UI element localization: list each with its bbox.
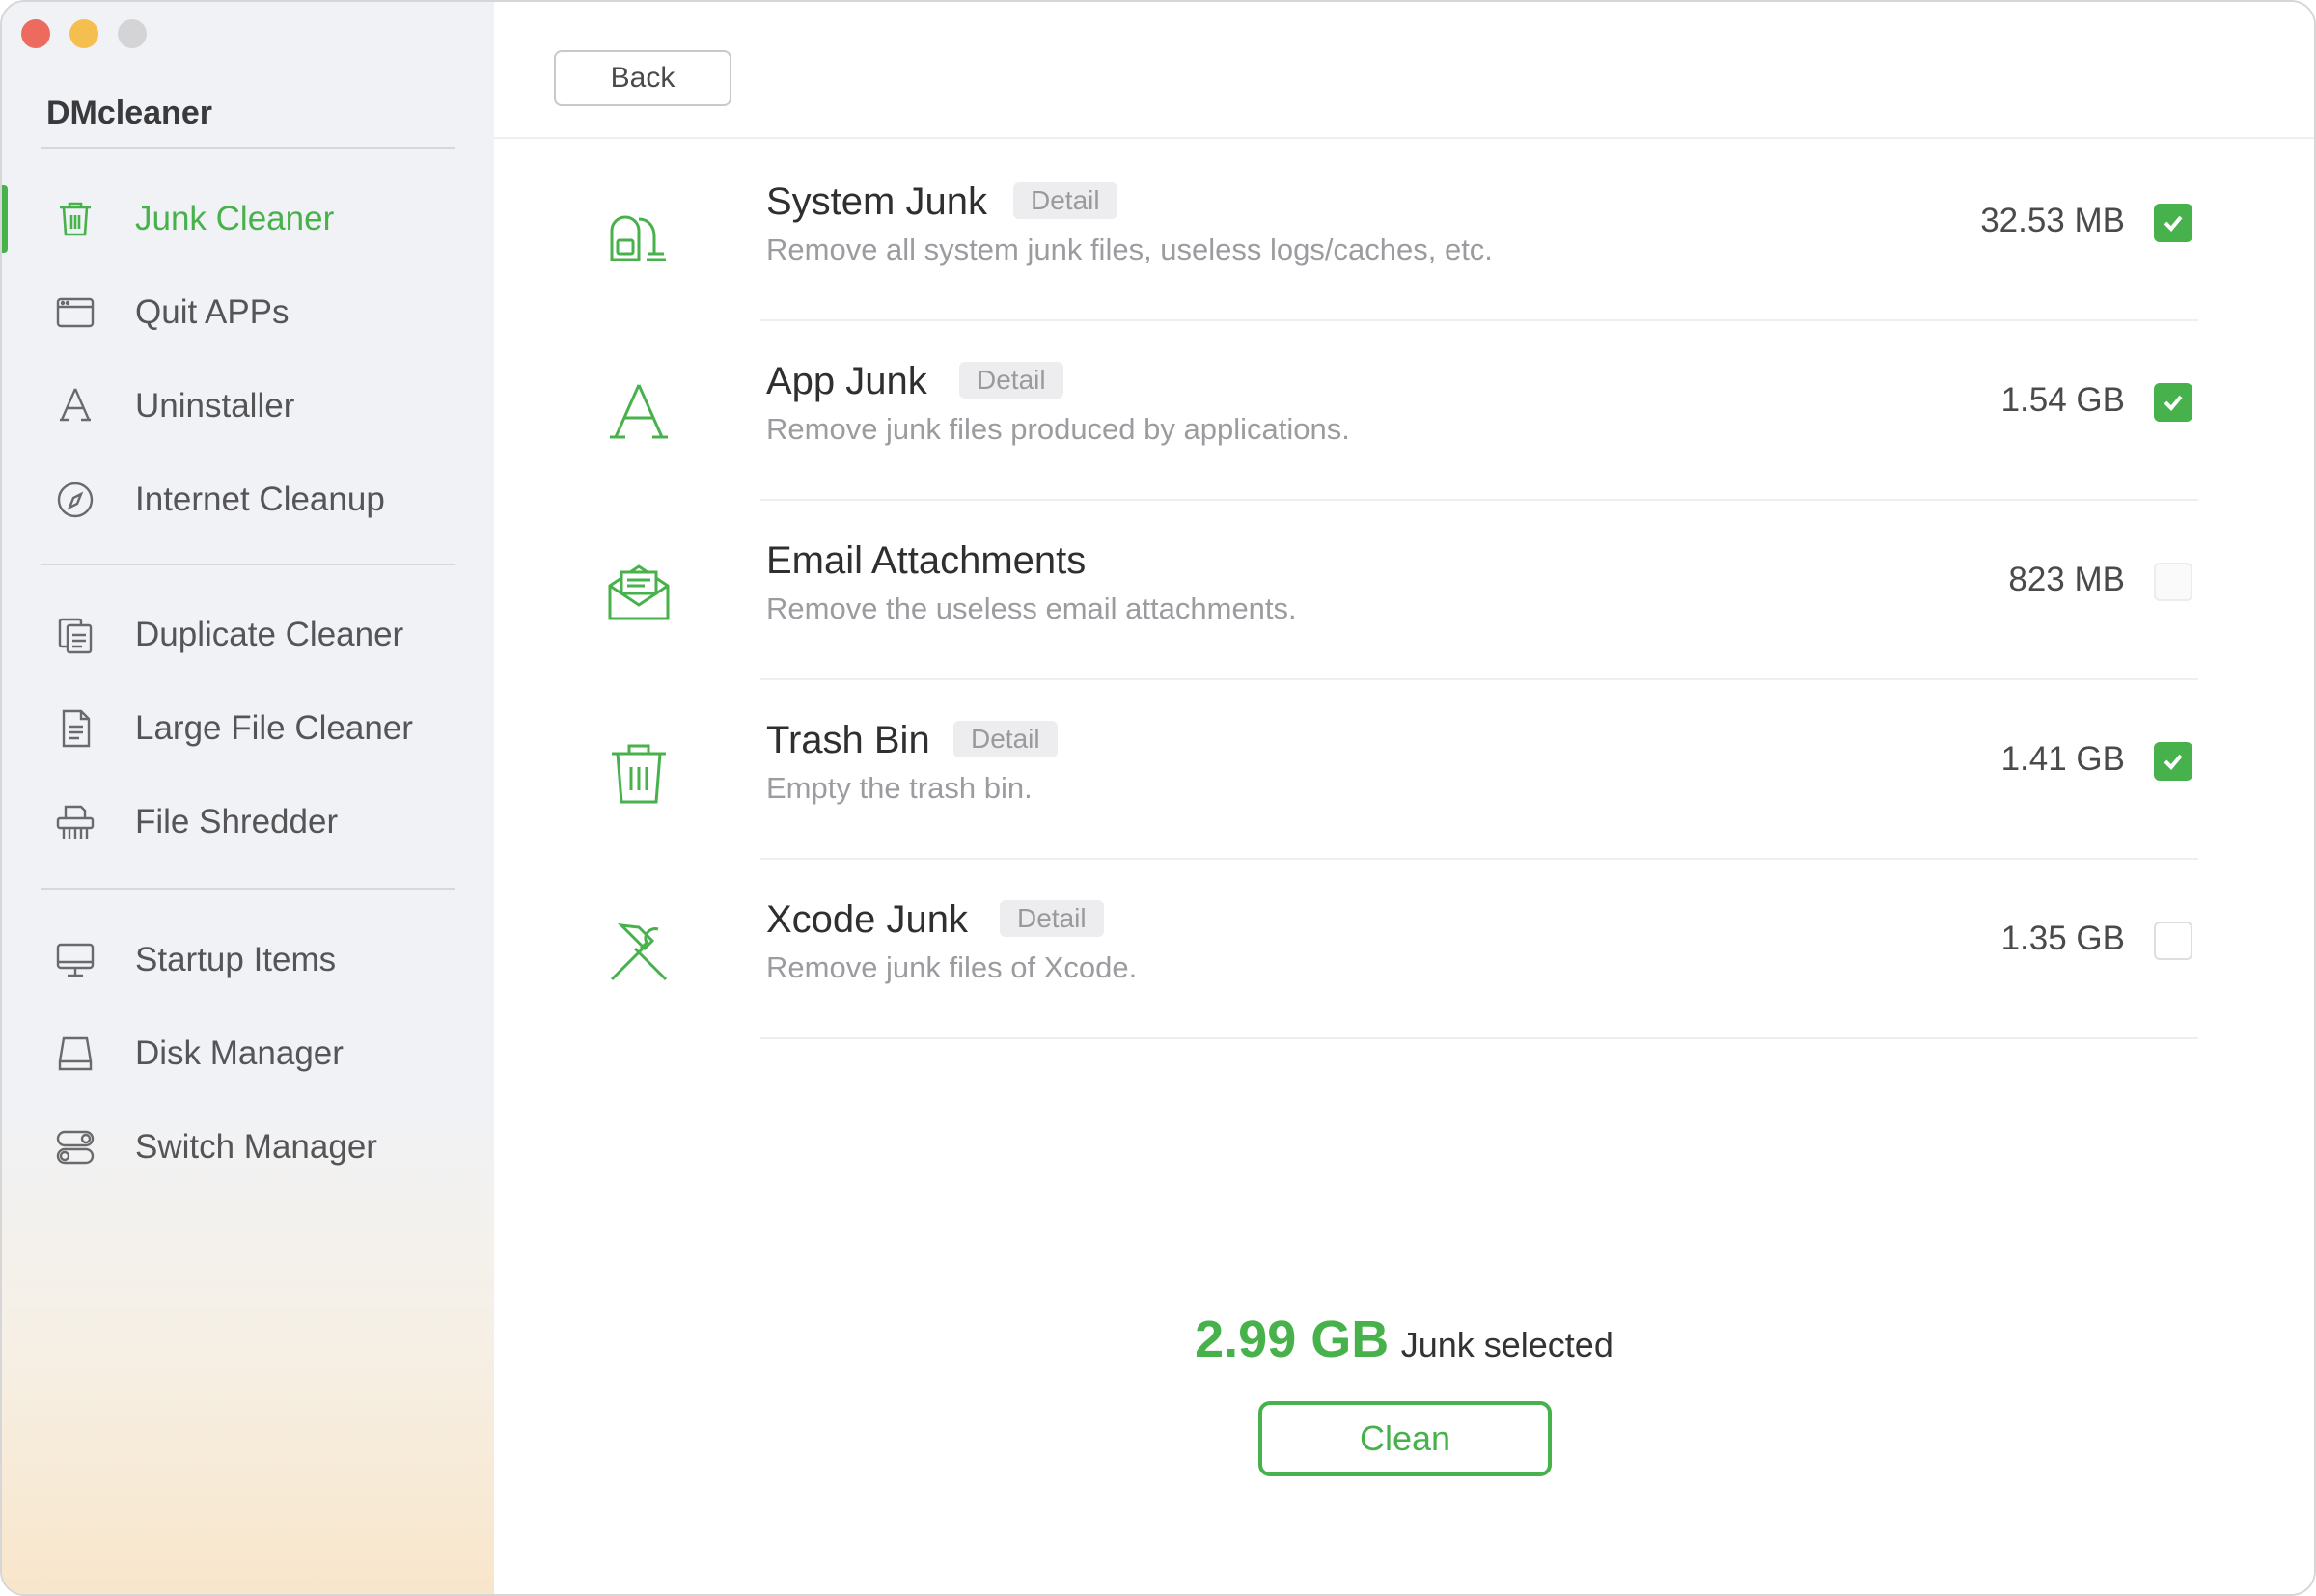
junk-item-checkbox[interactable] bbox=[2154, 742, 2192, 781]
trash-icon bbox=[52, 196, 98, 242]
junk-item-size: 1.54 GB bbox=[2000, 381, 2125, 419]
hammer-icon bbox=[602, 916, 676, 989]
junk-item-size: 1.41 GB bbox=[2000, 740, 2125, 778]
sidebar-item-label: Junk Cleaner bbox=[135, 200, 335, 237]
junk-item-description: Remove junk files produced by applicatio… bbox=[766, 412, 1350, 446]
window-icon bbox=[52, 289, 98, 336]
junk-item-title: App Junk bbox=[766, 360, 927, 402]
document-icon bbox=[52, 705, 98, 752]
detail-button[interactable]: Detail bbox=[959, 362, 1063, 399]
detail-button[interactable]: Detail bbox=[1013, 182, 1117, 219]
sidebar-item-switch-manager[interactable]: Switch Manager bbox=[2, 1109, 494, 1186]
sidebar-item-disk-manager[interactable]: Disk Manager bbox=[2, 1015, 494, 1092]
junk-row-trash-bin: Trash Bin Detail Empty the trash bin. 1.… bbox=[494, 680, 2314, 860]
sidebar-item-label: File Shredder bbox=[135, 803, 339, 840]
junk-item-checkbox[interactable] bbox=[2154, 922, 2192, 960]
junk-item-checkbox[interactable] bbox=[2154, 563, 2192, 601]
sidebar-item-duplicate-cleaner[interactable]: Duplicate Cleaner bbox=[2, 596, 494, 674]
junk-row-system-junk: System Junk Detail Remove all system jun… bbox=[494, 142, 2314, 321]
junk-item-checkbox[interactable] bbox=[2154, 204, 2192, 242]
junk-item-title: Xcode Junk bbox=[766, 898, 969, 941]
sidebar-divider bbox=[41, 147, 455, 149]
junk-item-title: System Junk bbox=[766, 180, 987, 223]
checkmark-icon bbox=[2164, 754, 2183, 770]
junk-row-app-junk: App Junk Detail Remove junk files produc… bbox=[494, 321, 2314, 501]
minimize-window-button[interactable] bbox=[69, 19, 98, 48]
main-panel: Back System Junk Detail Remove all syste… bbox=[494, 2, 2314, 1594]
sidebar-item-large-file-cleaner[interactable]: Large File Cleaner bbox=[2, 690, 494, 767]
junk-item-checkbox[interactable] bbox=[2154, 383, 2192, 422]
sidebar-item-label: Disk Manager bbox=[135, 1034, 344, 1072]
junk-item-description: Remove junk files of Xcode. bbox=[766, 950, 1138, 984]
app-window: DMcleaner Junk Cleaner Quit APPs Uninsta… bbox=[0, 0, 2316, 1596]
sidebar-item-junk-cleaner[interactable]: Junk Cleaner bbox=[2, 180, 494, 258]
monitor-icon bbox=[52, 937, 98, 983]
vacuum-icon bbox=[602, 198, 676, 271]
detail-button[interactable]: Detail bbox=[953, 721, 1058, 757]
junk-row-xcode-junk: Xcode Junk Detail Remove junk files of X… bbox=[494, 860, 2314, 1039]
selected-label: Junk selected bbox=[1400, 1325, 1613, 1364]
trash-icon bbox=[602, 736, 676, 810]
toggle-icon bbox=[52, 1124, 98, 1170]
sidebar-item-quit-apps[interactable]: Quit APPs bbox=[2, 274, 494, 351]
junk-item-size: 32.53 MB bbox=[1980, 202, 2125, 239]
checkmark-icon bbox=[2164, 215, 2183, 232]
junk-item-description: Remove the useless email attachments. bbox=[766, 592, 1297, 625]
sidebar-item-label: Uninstaller bbox=[135, 387, 295, 425]
sidebar-item-label: Internet Cleanup bbox=[135, 481, 385, 518]
top-toolbar: Back bbox=[494, 2, 2314, 139]
sidebar-item-label: Switch Manager bbox=[135, 1128, 377, 1166]
junk-item-title: Email Attachments bbox=[766, 539, 1087, 582]
sidebar-divider bbox=[41, 564, 455, 565]
clean-button[interactable]: Clean bbox=[1258, 1401, 1552, 1476]
shredder-icon bbox=[52, 799, 98, 845]
sidebar-item-file-shredder[interactable]: File Shredder bbox=[2, 784, 494, 861]
selection-summary: 2.99 GB Junk selected bbox=[494, 1309, 2314, 1369]
sidebar-item-label: Startup Items bbox=[135, 941, 337, 978]
sidebar: DMcleaner Junk Cleaner Quit APPs Uninsta… bbox=[2, 2, 494, 1594]
detail-button[interactable]: Detail bbox=[1000, 900, 1104, 937]
app-store-icon bbox=[602, 377, 676, 451]
disk-icon bbox=[52, 1031, 98, 1077]
sidebar-item-label: Quit APPs bbox=[135, 293, 290, 331]
selected-amount: 2.99 GB bbox=[1195, 1310, 1390, 1368]
window-controls bbox=[21, 19, 147, 48]
junk-item-title: Trash Bin bbox=[766, 719, 930, 761]
duplicate-docs-icon bbox=[52, 612, 98, 658]
junk-item-size: 1.35 GB bbox=[2000, 920, 2125, 957]
compass-icon bbox=[52, 477, 98, 523]
row-divider bbox=[760, 1037, 2198, 1039]
junk-item-description: Empty the trash bin. bbox=[766, 771, 1033, 805]
junk-row-email-attachments: Email Attachments Remove the useless ema… bbox=[494, 501, 2314, 680]
junk-item-description: Remove all system junk files, useless lo… bbox=[766, 233, 1493, 266]
sidebar-item-label: Duplicate Cleaner bbox=[135, 616, 404, 653]
sidebar-item-label: Large File Cleaner bbox=[135, 709, 413, 747]
sidebar-item-internet-cleanup[interactable]: Internet Cleanup bbox=[2, 461, 494, 538]
junk-item-size: 823 MB bbox=[2008, 561, 2125, 598]
sidebar-item-startup-items[interactable]: Startup Items bbox=[2, 922, 494, 999]
envelope-icon bbox=[602, 557, 676, 630]
checkmark-icon bbox=[2164, 395, 2183, 411]
close-window-button[interactable] bbox=[21, 19, 50, 48]
sidebar-item-uninstaller[interactable]: Uninstaller bbox=[2, 368, 494, 445]
app-title: DMcleaner bbox=[46, 95, 212, 131]
zoom-window-button[interactable] bbox=[118, 19, 147, 48]
app-store-icon bbox=[52, 383, 98, 429]
sidebar-divider bbox=[41, 888, 455, 890]
back-button[interactable]: Back bbox=[554, 50, 731, 106]
